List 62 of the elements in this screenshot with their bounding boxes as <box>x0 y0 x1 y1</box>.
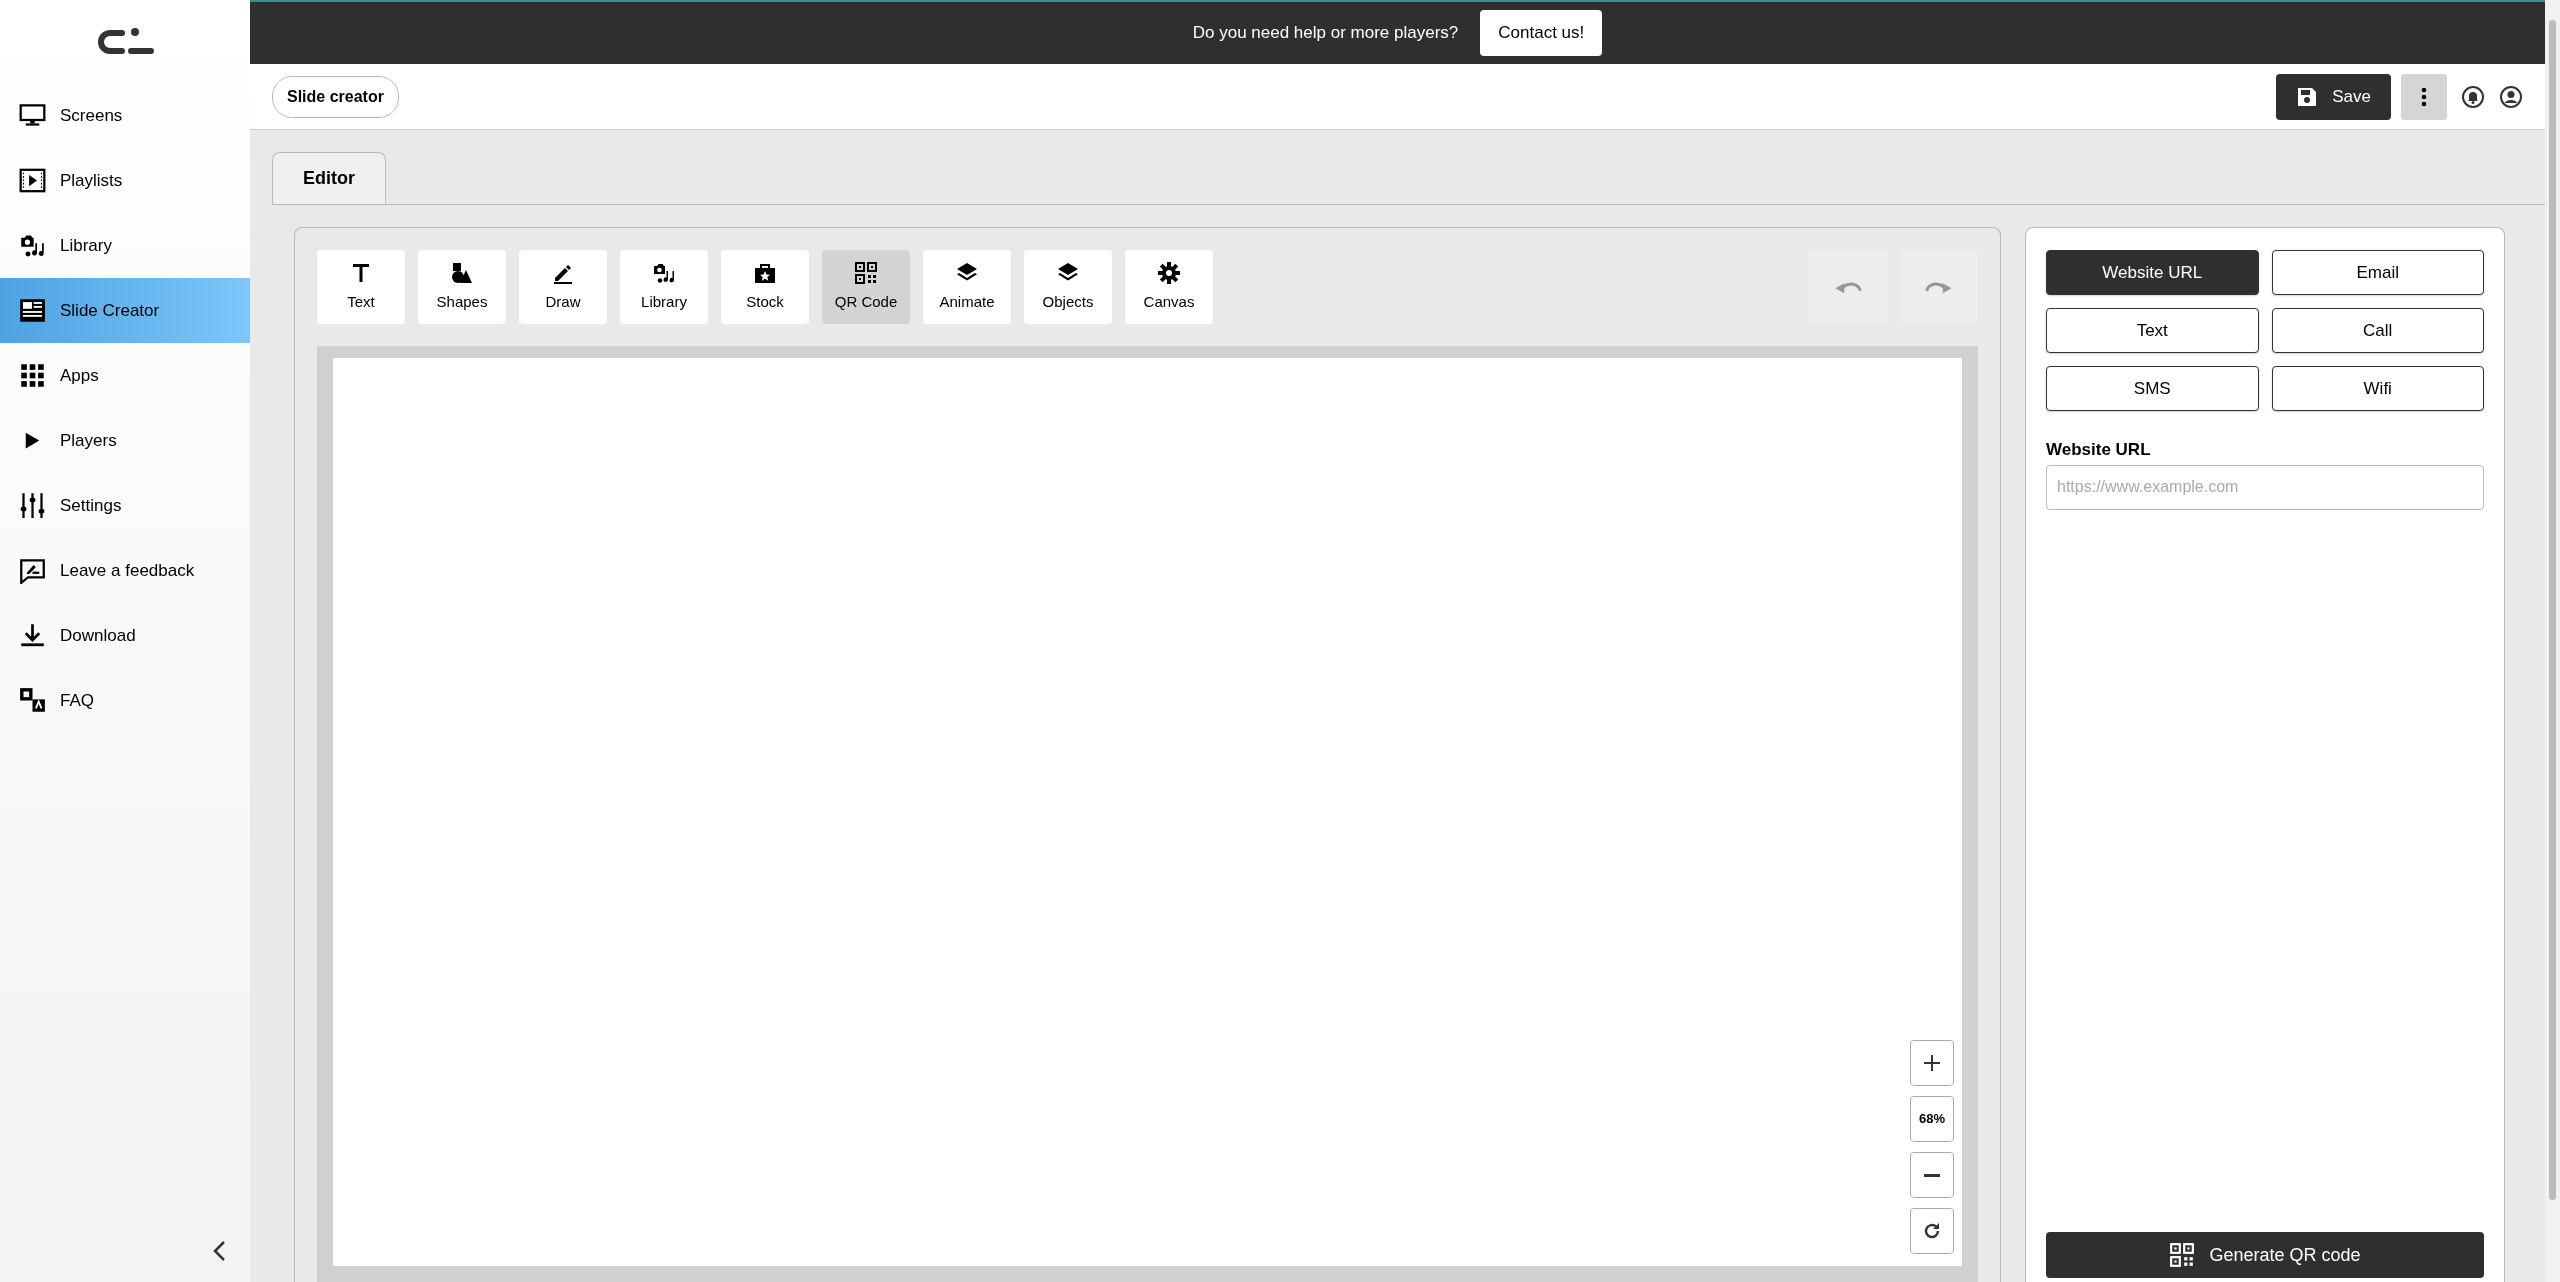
contact-button[interactable]: Contact us! <box>1480 10 1603 56</box>
sidebar-item[interactable]: Screens <box>0 83 250 148</box>
qr-type-button[interactable]: Email <box>2271 250 2484 295</box>
grid-icon <box>19 362 46 389</box>
qr-type-button[interactable]: Website URL <box>2046 250 2259 295</box>
tool-button[interactable]: Objects <box>1024 250 1112 324</box>
tool-button[interactable]: Canvas <box>1125 250 1213 324</box>
qr-type-button[interactable]: Text <box>2046 308 2259 353</box>
zoom-out-button[interactable] <box>1910 1152 1954 1198</box>
save-button[interactable]: Save <box>2276 73 2391 120</box>
sidebar-item[interactable]: Settings <box>0 473 250 538</box>
tool-button[interactable]: Stock <box>721 250 809 324</box>
playlist-icon <box>19 167 46 194</box>
monitor-icon <box>19 102 46 129</box>
sidebar-item[interactable]: Players <box>0 408 250 473</box>
banner-text: Do you need help or more players? <box>1192 22 1459 45</box>
page-title: Slide creator <box>272 75 399 118</box>
tool-button[interactable]: Text <box>317 250 405 324</box>
sliders-icon <box>19 492 46 519</box>
camera-and-note-icon <box>19 232 46 259</box>
qr-type-button[interactable]: Wifi <box>2271 366 2484 411</box>
tool-button[interactable]: Draw <box>519 250 607 324</box>
save-icon <box>2296 85 2319 108</box>
notification-icon[interactable] <box>2461 84 2485 109</box>
feedback-icon <box>19 557 46 584</box>
tool-button[interactable]: Library <box>620 250 708 324</box>
collapse-icon[interactable] <box>212 1239 226 1262</box>
gear-icon <box>1157 260 1181 285</box>
sidebar-item[interactable]: Library <box>0 213 250 278</box>
qr-code-icon <box>854 260 878 285</box>
field-label: Website URL <box>2046 439 2152 461</box>
more-icon <box>2421 86 2427 107</box>
minus-icon <box>1923 1173 1941 1177</box>
plus-icon <box>1923 1054 1941 1072</box>
scrollbar[interactable] <box>2545 0 2560 1282</box>
sidebar-item[interactable]: Apps <box>0 343 250 408</box>
tool-button[interactable]: QR Code <box>822 250 910 324</box>
more-button[interactable] <box>2401 73 2447 120</box>
slide-icon <box>19 297 46 324</box>
qr-type-button[interactable]: Call <box>2271 308 2484 353</box>
question-answer-icon <box>19 687 46 714</box>
sidebar-item[interactable]: Leave a feedback <box>0 538 250 603</box>
qr-code-icon <box>2169 1242 2196 1268</box>
sidebar-item[interactable]: Slide Creator <box>0 278 250 343</box>
zoom-in-button[interactable] <box>1910 1040 1954 1086</box>
sidebar-item[interactable]: Playlists <box>0 148 250 213</box>
shapes-icon <box>450 260 474 285</box>
download-icon <box>19 622 46 649</box>
logo <box>96 26 154 57</box>
reset-zoom-button[interactable] <box>1910 1208 1954 1254</box>
slide-canvas[interactable]: 68% <box>333 358 1962 1266</box>
generate-qr-button[interactable]: Generate QR code <box>2046 1232 2484 1278</box>
refresh-icon <box>1922 1221 1942 1241</box>
sidebar-item[interactable]: FAQ <box>0 668 250 733</box>
user-icon[interactable] <box>2499 84 2523 109</box>
url-input-field[interactable]: https://www.example.com <box>2046 464 2484 510</box>
editor-tab[interactable]: Editor <box>272 152 386 204</box>
qr-type-button[interactable]: SMS <box>2046 366 2259 411</box>
sidebar-item[interactable]: Download <box>0 603 250 668</box>
tool-button[interactable]: Animate <box>923 250 1011 324</box>
tool-button[interactable]: Shapes <box>418 250 506 324</box>
zoom-level: 68% <box>1910 1096 1954 1142</box>
